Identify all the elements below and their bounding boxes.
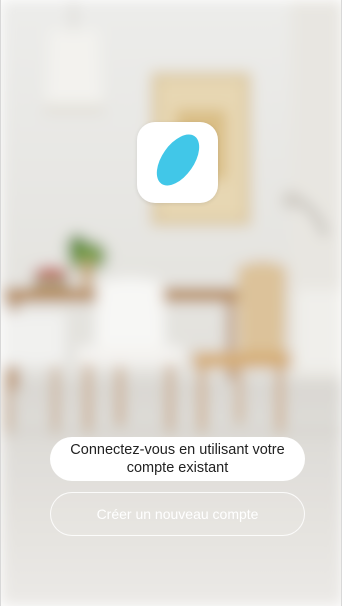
login-existing-account-button[interactable]: Connectez-vous en utilisant votre compte… (50, 437, 305, 481)
app-logo-icon (148, 127, 208, 198)
welcome-screen: Connectez-vous en utilisant votre compte… (0, 0, 342, 606)
create-account-button[interactable]: Créer un nouveau compte (50, 492, 305, 536)
app-logo (137, 122, 218, 203)
